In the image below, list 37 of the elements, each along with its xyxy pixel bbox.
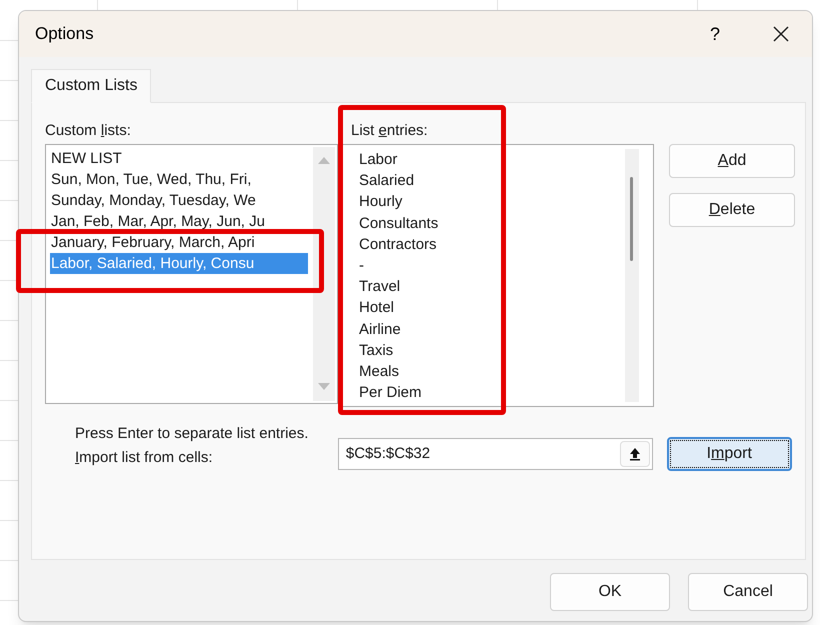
entry-line: Per Diem [359,383,422,404]
help-button[interactable]: ? [692,14,738,54]
action-button[interactable]: Delete [669,193,795,227]
custom-lists-box[interactable]: NEW LIST Sun, Mon, Tue, Wed, Thu, Fri, Sunday, Monday, Tuesday, We Jan, Feb, Mar, Apr, May, Jun, Ju January, February, March, Apri Labor, Salaried, Hourly, Consu [45,144,338,404]
entry-line: Travel [359,277,400,298]
entry-line: Salaried [359,171,414,192]
list-label: Custom lists: [45,121,132,141]
field-label: Import list from cells: [75,448,214,468]
list-item[interactable]: Jan, Feb, Mar, Apr, May, Jun, Ju [50,211,308,232]
range-input-field[interactable]: $C$5:$C$32 [338,438,653,470]
close-icon [772,25,790,43]
entry-line: Hotel [359,298,394,318]
entry-line: Airline [359,320,401,340]
tab[interactable]: Custom Lists [31,69,152,103]
action-button[interactable]: Add [669,144,795,178]
window-title: Options [35,23,94,46]
list-item[interactable]: January, February, March, Apri [50,232,308,253]
entry-line: Taxis [359,340,394,361]
entry-line: Consultants [359,214,438,234]
entry-line: - [359,256,364,276]
collapse-dialog-button[interactable] [620,441,650,467]
entry-line: Labor [359,150,398,170]
list-entries-field[interactable]: Labor Salaried Hourly Consultants Contractors - Travel Hotel Airline Taxis Meals Per Diem [340,144,654,407]
dialog-button[interactable]: OK [550,573,670,611]
up-arrow-icon [628,447,641,461]
list-item[interactable]: Sunday, Monday, Tuesday, We [50,190,308,211]
list-item[interactable]: NEW LIST [50,148,308,169]
list-label: List entries: [350,121,429,141]
entry-line: Contractors [359,234,437,255]
scrollbar-thumb[interactable] [630,177,633,261]
import-button[interactable]: Import [666,437,792,471]
field-value: $C$5:$C$32 [344,444,432,464]
entry-line: Hourly [359,192,402,212]
list-item[interactable]: Sun, Mon, Tue, Wed, Thu, Fri, [50,169,308,190]
hint-text: Press Enter to separate list entries. [75,424,310,444]
entry-line: Meals [359,362,400,382]
dialog-button[interactable]: Cancel [688,573,808,611]
